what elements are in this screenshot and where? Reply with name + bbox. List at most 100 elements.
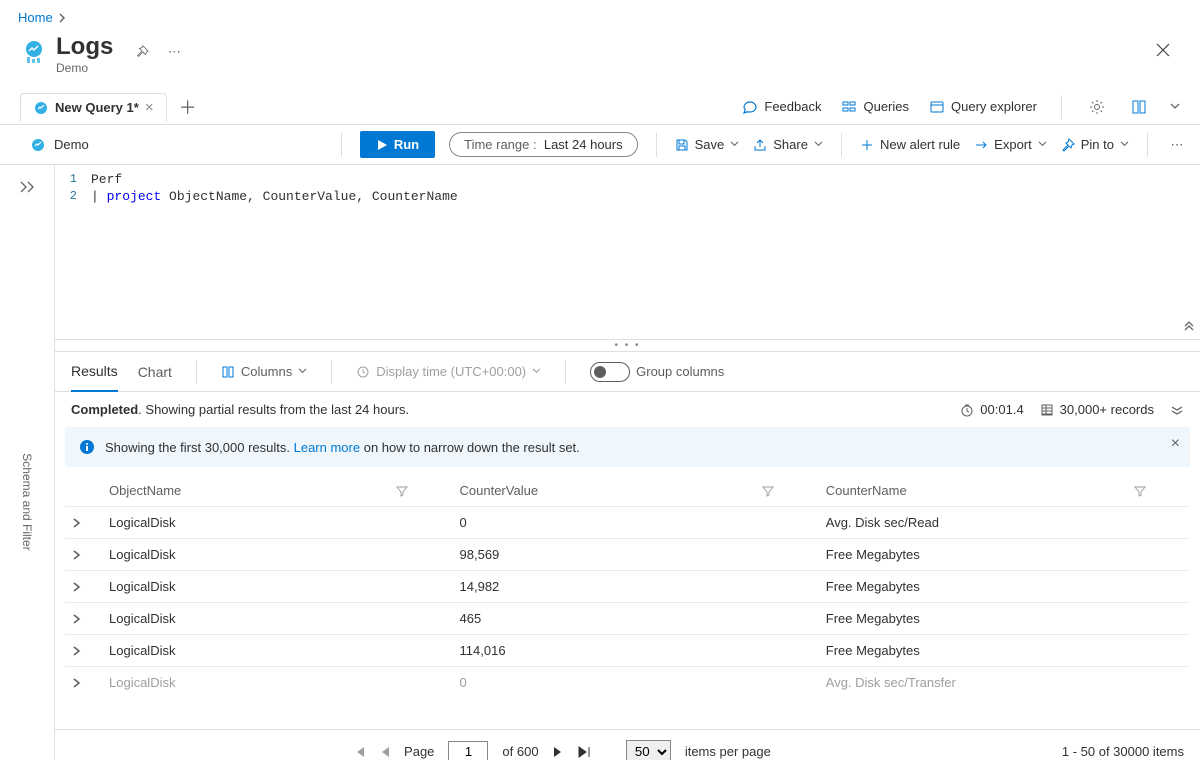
pager: Page of 600 50 items per page 1 - 50 of … <box>55 729 1200 760</box>
editor-code[interactable]: Perf | project ObjectName, CounterValue,… <box>85 165 458 339</box>
query-explorer-label: Query explorer <box>951 99 1037 114</box>
col-countervalue[interactable]: CounterValue <box>460 483 539 498</box>
query-tabbar: New Query 1* × ＋ Feedback Queries Query … <box>0 89 1200 125</box>
group-columns-toggle[interactable]: Group columns <box>590 362 724 382</box>
info-icon <box>79 439 95 455</box>
scope-selector[interactable]: Demo <box>30 137 89 153</box>
plus-icon <box>860 138 874 152</box>
columns-label: Columns <box>241 364 292 379</box>
query-tab-icon <box>33 100 49 116</box>
expand-rail-icon[interactable] <box>19 181 35 193</box>
query-explorer-button[interactable]: Query explorer <box>929 99 1037 115</box>
pager-page-label: Page <box>404 744 434 759</box>
toggle-icon[interactable] <box>590 362 630 382</box>
banner-text-after: on how to narrow down the result set. <box>364 440 580 455</box>
resize-grip[interactable]: • • • <box>55 340 1200 352</box>
col-countername[interactable]: CounterName <box>826 483 907 498</box>
save-label: Save <box>695 137 725 152</box>
new-alert-button[interactable]: New alert rule <box>860 137 960 152</box>
run-button[interactable]: Run <box>360 131 435 158</box>
more-icon[interactable]: ⋯ <box>163 41 185 63</box>
status-line: Completed. Showing partial results from … <box>55 392 1200 427</box>
share-label: Share <box>773 137 808 152</box>
pager-next-icon[interactable] <box>553 746 563 758</box>
export-button[interactable]: Export <box>974 137 1047 152</box>
table-row[interactable]: LogicalDisk114,016Free Megabytes <box>65 635 1190 667</box>
display-time-button: Display time (UTC+00:00) <box>356 364 541 379</box>
action-more-icon[interactable]: ⋯ <box>1166 134 1188 156</box>
editor-gutter: 12 <box>55 165 85 339</box>
share-icon <box>753 138 767 152</box>
settings-gear-icon[interactable] <box>1086 96 1108 118</box>
expand-row-icon[interactable] <box>73 550 93 560</box>
status-records: 30,000+ records <box>1040 402 1154 417</box>
time-range-label: Time range : <box>464 137 537 152</box>
results-toolbar: Results Chart Columns Display time (UTC+… <box>55 352 1200 392</box>
pager-page-input[interactable] <box>448 741 488 760</box>
feedback-label: Feedback <box>764 99 821 114</box>
table-row[interactable]: LogicalDisk0Avg. Disk sec/Read <box>65 507 1190 539</box>
chevron-down-icon[interactable] <box>1170 103 1180 111</box>
pager-perpage-select[interactable]: 50 <box>626 740 671 760</box>
feedback-button[interactable]: Feedback <box>742 99 821 115</box>
pin-icon[interactable] <box>131 41 153 63</box>
expand-row-icon[interactable] <box>73 518 93 528</box>
time-range-value: Last 24 hours <box>544 137 623 152</box>
close-blade-icon[interactable] <box>1152 39 1174 61</box>
breadcrumb: Home <box>0 0 1200 31</box>
schema-rail: Schema and Filter <box>0 165 55 760</box>
col-objectname[interactable]: ObjectName <box>109 483 181 498</box>
query-tab-active[interactable]: New Query 1* × <box>20 93 167 122</box>
expand-row-icon[interactable] <box>73 678 93 688</box>
table-row[interactable]: LogicalDisk0Avg. Disk sec/Transfer <box>65 667 1190 699</box>
breadcrumb-home[interactable]: Home <box>18 10 53 25</box>
save-button[interactable]: Save <box>675 137 740 152</box>
filter-icon[interactable] <box>1134 485 1146 497</box>
clock-icon <box>356 365 370 379</box>
schema-rail-label: Schema and Filter <box>20 453 34 550</box>
columns-button[interactable]: Columns <box>221 364 307 379</box>
banner-text-before: Showing the first 30,000 results. <box>105 440 294 455</box>
status-message: Showing partial results from the last 24… <box>142 402 409 417</box>
chart-tab[interactable]: Chart <box>138 352 172 392</box>
pager-prev-icon <box>380 746 390 758</box>
pager-summary: 1 - 50 of 30000 items <box>1062 744 1184 759</box>
filter-icon[interactable] <box>762 485 774 497</box>
export-icon <box>974 138 988 152</box>
page-subtitle: Demo <box>56 61 113 75</box>
query-editor[interactable]: 12 Perf | project ObjectName, CounterVal… <box>55 165 1200 340</box>
share-button[interactable]: Share <box>753 137 823 152</box>
action-bar: Demo Run Time range : Last 24 hours Save… <box>0 125 1200 165</box>
layout-toggle-icon[interactable] <box>1128 96 1150 118</box>
results-tab[interactable]: Results <box>71 352 118 392</box>
collapse-status-icon[interactable] <box>1170 405 1184 415</box>
table-row[interactable]: LogicalDisk465Free Megabytes <box>65 603 1190 635</box>
group-columns-label: Group columns <box>636 364 724 379</box>
export-label: Export <box>994 137 1032 152</box>
expand-row-icon[interactable] <box>73 614 93 624</box>
status-duration: 00:01.4 <box>960 402 1023 417</box>
display-time-label: Display time (UTC+00:00) <box>376 364 526 379</box>
pager-last-icon[interactable] <box>577 746 591 758</box>
pin-to-button[interactable]: Pin to <box>1061 137 1129 152</box>
queries-button[interactable]: Queries <box>841 99 909 115</box>
time-range-button[interactable]: Time range : Last 24 hours <box>449 132 638 157</box>
pager-first-icon <box>352 746 366 758</box>
add-tab-icon[interactable]: ＋ <box>179 94 197 120</box>
pin-to-icon <box>1061 138 1075 152</box>
table-row[interactable]: LogicalDisk14,982Free Megabytes <box>65 571 1190 603</box>
close-tab-icon[interactable]: × <box>145 103 154 113</box>
banner-learn-more[interactable]: Learn more <box>294 440 360 455</box>
scroll-to-top-icon[interactable] <box>1182 319 1196 333</box>
expand-row-icon[interactable] <box>73 646 93 656</box>
columns-icon <box>221 365 235 379</box>
pager-perpage-label: items per page <box>685 744 771 759</box>
pin-to-label: Pin to <box>1081 137 1114 152</box>
page-title: Logs <box>56 33 113 61</box>
expand-row-icon[interactable] <box>73 582 93 592</box>
filter-icon[interactable] <box>396 485 408 497</box>
banner-close-icon[interactable]: × <box>1171 435 1180 453</box>
table-row[interactable]: LogicalDisk98,569Free Megabytes <box>65 539 1190 571</box>
queries-label: Queries <box>863 99 909 114</box>
pager-of-label: of 600 <box>502 744 538 759</box>
